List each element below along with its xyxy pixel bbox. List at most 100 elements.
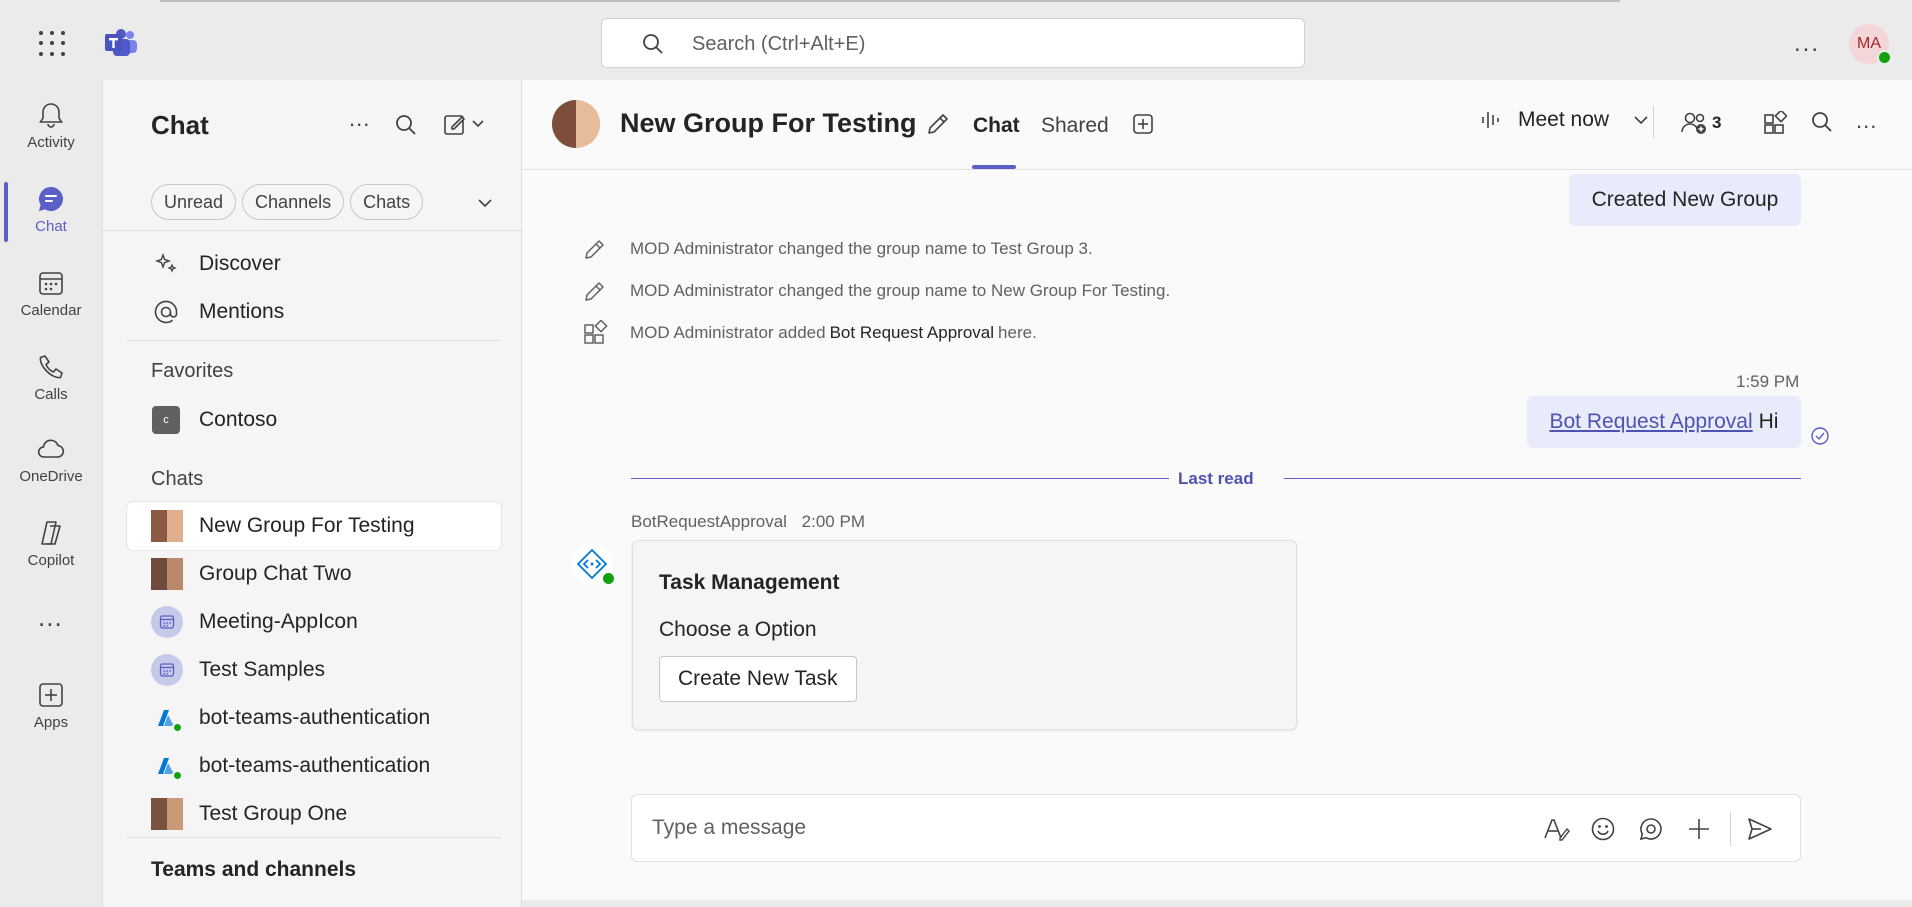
presence-available-icon — [172, 722, 183, 733]
system-event: MOD Administrator changed the group name… — [582, 236, 1093, 262]
team-avatar: c — [151, 406, 181, 434]
chat-label: Test Group One — [199, 802, 348, 825]
rail-item-activity[interactable]: Activity — [0, 90, 102, 164]
message-meta: BotRequestApproval 2:00 PM — [631, 512, 865, 532]
loop-icon[interactable] — [1638, 816, 1664, 842]
composer-placeholder: Type a message — [652, 816, 807, 839]
pencil-icon — [582, 278, 610, 304]
group-avatar[interactable] — [552, 100, 600, 148]
system-event: MOD Administrator changed the group name… — [582, 278, 1170, 304]
bot-avatar — [151, 750, 183, 782]
message-text: Hi — [1758, 410, 1779, 433]
search-icon[interactable] — [395, 114, 417, 136]
search-icon[interactable] — [1811, 111, 1833, 133]
chat-item-bot-teams-authentication-2[interactable]: bot-teams-authentication — [127, 742, 501, 790]
nav-discover[interactable]: Discover — [151, 244, 281, 284]
create-new-task-button[interactable]: Create New Task — [659, 656, 857, 702]
presence-available-icon — [1877, 50, 1892, 65]
chevron-down-icon[interactable] — [475, 193, 495, 213]
chat-item-group-chat-two[interactable]: Group Chat Two — [127, 550, 501, 598]
conversation-title: New Group For Testing — [620, 108, 917, 138]
nav-mentions[interactable]: Mentions — [151, 292, 284, 332]
rail-item-apps[interactable]: Apps — [0, 670, 102, 744]
search-input[interactable]: Search (Ctrl+Alt+E) — [601, 18, 1305, 68]
rail-item-calls[interactable]: Calls — [0, 342, 102, 416]
nav-label: Mentions — [199, 300, 285, 323]
favorite-contoso[interactable]: c Contoso — [151, 400, 277, 440]
rename-pencil-icon[interactable] — [924, 110, 952, 138]
filter-channels[interactable]: Channels — [242, 184, 345, 220]
search-icon — [642, 33, 664, 55]
rail-item-copilot[interactable]: Copilot — [0, 508, 102, 582]
tab-chat[interactable]: Chat — [973, 114, 1020, 138]
chevron-down-icon[interactable] — [1631, 110, 1651, 130]
more-options-icon[interactable]: ... — [349, 106, 370, 132]
send-icon[interactable] — [1746, 816, 1774, 842]
add-tab-icon[interactable] — [1132, 113, 1154, 135]
meeting-avatar — [151, 606, 183, 638]
tab-shared[interactable]: Shared — [1041, 114, 1109, 138]
group-avatar — [151, 798, 183, 830]
chat-item-test-samples[interactable]: Test Samples — [127, 646, 501, 694]
rail-label: OneDrive — [19, 468, 83, 485]
rail-item-calendar[interactable]: Calendar — [0, 258, 102, 332]
pencil-icon — [582, 236, 610, 262]
settings-more-icon[interactable]: ... — [1794, 30, 1820, 58]
chat-item-meeting-appicon[interactable]: Meeting-AppIcon — [127, 598, 501, 646]
profile-avatar[interactable]: MA — [1849, 24, 1892, 65]
participants-button[interactable]: 3 — [1680, 110, 1721, 136]
format-icon[interactable] — [1542, 816, 1570, 842]
chat-item-test-group-one[interactable]: Test Group One — [127, 790, 501, 838]
azure-bot-icon — [151, 750, 183, 782]
presence-available-icon — [172, 770, 183, 781]
apps-icon — [582, 320, 610, 346]
more-options-icon[interactable]: ... — [1856, 108, 1877, 134]
pane-title: Chat — [151, 110, 209, 140]
chat-item-bot-teams-authentication[interactable]: bot-teams-authentication — [127, 694, 501, 742]
search-placeholder: Search (Ctrl+Alt+E) — [692, 33, 866, 55]
emoji-icon[interactable] — [1590, 816, 1616, 842]
sent-message[interactable]: Created New Group — [1569, 174, 1801, 226]
apps-icon[interactable] — [1763, 111, 1787, 135]
event-app-name[interactable]: Bot Request Approval — [830, 323, 994, 343]
copilot-icon — [36, 518, 66, 548]
attach-plus-icon[interactable] — [1686, 816, 1712, 842]
rail-label: Copilot — [27, 552, 75, 569]
last-read-divider — [1284, 478, 1801, 479]
teams-channels-heading[interactable]: Teams and channels — [151, 858, 356, 882]
profile-initials: MA — [1857, 35, 1881, 52]
meet-now-button[interactable]: Meet now — [1480, 108, 1651, 132]
message-composer[interactable]: Type a message — [631, 794, 1801, 862]
more-apps-icon[interactable]: ... — [38, 602, 63, 633]
title-bar: Search (Ctrl+Alt+E) ... MA — [0, 0, 1912, 80]
app-launcher-icon[interactable] — [36, 28, 68, 60]
chat-item-new-group-for-testing[interactable]: New Group For Testing — [127, 502, 501, 550]
sent-message[interactable]: Bot Request Approval Hi — [1527, 396, 1801, 448]
rail-item-onedrive[interactable]: OneDrive — [0, 424, 102, 498]
at-icon — [151, 299, 181, 325]
mention-link[interactable]: Bot Request Approval — [1550, 410, 1753, 434]
divider — [1730, 812, 1731, 846]
rail-item-chat[interactable]: Chat — [0, 174, 102, 248]
divider — [103, 230, 521, 231]
meet-now-label: Meet now — [1518, 108, 1610, 131]
favorites-heading: Favorites — [151, 360, 234, 382]
presence-available-icon — [601, 571, 616, 586]
new-chat-icon[interactable] — [443, 112, 487, 136]
favorite-label: Contoso — [199, 408, 278, 431]
card-text: Choose a Option — [659, 618, 817, 641]
rail-label: Activity — [27, 134, 75, 151]
rail-label: Chat — [35, 218, 67, 235]
rail-label: Calls — [34, 386, 68, 403]
chat-label: Test Samples — [199, 658, 326, 681]
filter-chats[interactable]: Chats — [350, 184, 424, 220]
sender-name[interactable]: BotRequestApproval — [631, 512, 787, 531]
rail-label: Calendar — [20, 302, 82, 319]
meeting-avatar — [151, 654, 183, 686]
bot-avatar[interactable] — [572, 544, 616, 586]
chat-label: bot-teams-authentication — [199, 706, 431, 729]
divider — [1653, 106, 1654, 138]
filter-unread[interactable]: Unread — [151, 184, 237, 220]
last-read-divider — [631, 478, 1169, 479]
event-text: MOD Administrator changed the group name… — [630, 239, 1093, 258]
